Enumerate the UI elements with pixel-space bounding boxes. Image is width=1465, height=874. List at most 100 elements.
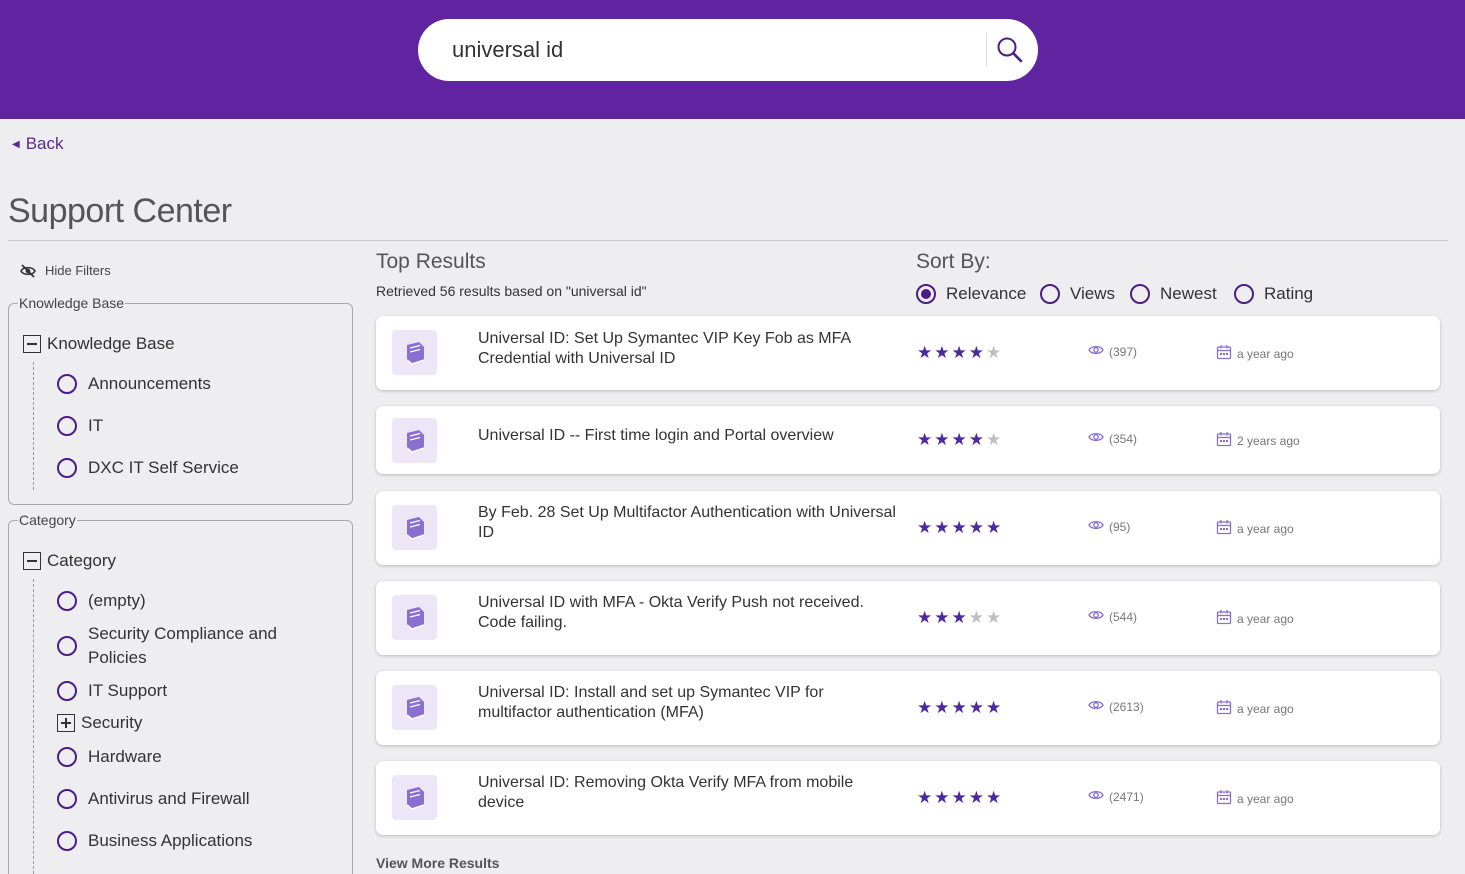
- filter-option-label: IT Support: [88, 681, 168, 700]
- result-card[interactable]: Universal ID with MFA - Okta Verify Push…: [376, 581, 1440, 655]
- book-icon: [392, 418, 437, 463]
- filter-option-security-compliance[interactable]: Security Compliance and Policies: [57, 622, 293, 670]
- calendar-icon: [1216, 431, 1232, 450]
- hide-filters-toggle[interactable]: Hide Filters: [20, 263, 111, 278]
- star-icon: ★: [968, 430, 984, 449]
- date-value: a year ago: [1237, 346, 1294, 361]
- result-date: a year ago: [1216, 609, 1294, 628]
- rating-stars: ★ ★ ★ ★ ★: [917, 788, 1001, 807]
- star-icon: ★: [917, 430, 933, 449]
- star-icon: ★: [917, 788, 933, 807]
- star-icon: ★: [951, 608, 967, 627]
- views-value: (2613): [1109, 699, 1144, 714]
- star-icon: ★: [951, 518, 967, 537]
- collapse-minus-icon: [23, 335, 41, 353]
- radio-icon: [57, 458, 77, 478]
- date-value: 2 years ago: [1237, 433, 1300, 448]
- filter-option-empty[interactable]: (empty): [57, 589, 146, 613]
- search-icon[interactable]: [996, 36, 1024, 64]
- filter-option-dxc-it-self-service[interactable]: DXC IT Self Service: [57, 456, 239, 480]
- eye-slash-icon: [20, 263, 36, 278]
- star-icon: ★: [951, 343, 967, 362]
- search-input[interactable]: [452, 33, 972, 67]
- hide-filters-label: Hide Filters: [45, 263, 111, 278]
- back-link[interactable]: ◀ Back: [12, 134, 64, 154]
- result-date: a year ago: [1216, 519, 1294, 538]
- views-count: (2613): [1088, 699, 1144, 714]
- eye-icon: [1088, 344, 1104, 359]
- sort-option-label: Newest: [1160, 284, 1217, 303]
- sort-option-label: Relevance: [946, 284, 1027, 303]
- views-value: (354): [1109, 431, 1138, 446]
- view-more-results-link[interactable]: View More Results: [376, 855, 499, 871]
- views-count: (397): [1088, 344, 1137, 359]
- filter-option-it[interactable]: IT: [57, 414, 103, 438]
- star-icon: ★: [986, 430, 1002, 449]
- views-count: (95): [1088, 519, 1130, 534]
- filter-option-hardware[interactable]: Hardware: [57, 745, 162, 769]
- tree-guide-line: [33, 362, 34, 490]
- eye-icon: [1088, 789, 1104, 804]
- star-icon: ★: [986, 608, 1002, 627]
- header-bar: [0, 0, 1465, 119]
- views-value: (544): [1109, 609, 1138, 624]
- radio-icon: [57, 747, 77, 767]
- filter-option-it-support[interactable]: IT Support: [57, 679, 167, 703]
- star-icon: ★: [917, 518, 933, 537]
- star-icon: ★: [986, 698, 1002, 717]
- book-icon: [392, 595, 437, 640]
- eye-icon: [1088, 431, 1104, 446]
- rating-stars: ★ ★ ★ ★ ★: [917, 518, 1001, 537]
- title-divider: [8, 240, 1448, 241]
- views-count: (2471): [1088, 789, 1144, 804]
- category-collapse[interactable]: Category: [23, 551, 116, 571]
- knowledge-base-collapse[interactable]: Knowledge Base: [23, 334, 175, 354]
- back-triangle-icon: ◀: [12, 138, 20, 150]
- book-icon: [392, 775, 437, 820]
- sort-option-newest[interactable]: Newest: [1130, 284, 1217, 304]
- star-icon: ★: [934, 343, 950, 362]
- calendar-icon: [1216, 344, 1232, 363]
- star-icon: ★: [951, 698, 967, 717]
- result-title: Universal ID: Set Up Symantec VIP Key Fo…: [478, 330, 851, 367]
- rating-stars: ★ ★ ★ ★ ★: [917, 343, 1001, 362]
- result-card[interactable]: By Feb. 28 Set Up Multifactor Authentica…: [376, 491, 1440, 565]
- sort-option-relevance[interactable]: Relevance: [916, 284, 1026, 304]
- star-icon: ★: [917, 698, 933, 717]
- star-icon: ★: [968, 608, 984, 627]
- radio-icon: [57, 681, 77, 701]
- back-label: Back: [25, 134, 64, 153]
- search-divider: [986, 33, 987, 67]
- calendar-icon: [1216, 789, 1232, 808]
- rating-stars: ★ ★ ★ ★ ★: [917, 698, 1002, 717]
- result-date: a year ago: [1216, 344, 1294, 363]
- filter-option-security[interactable]: Security: [57, 713, 142, 733]
- search-box: [418, 19, 1038, 81]
- page-title: Support Center: [8, 192, 232, 230]
- sort-option-views[interactable]: Views: [1040, 284, 1115, 304]
- star-icon: ★: [917, 343, 933, 362]
- result-card[interactable]: Universal ID: Set Up Symantec VIP Key Fo…: [376, 316, 1440, 390]
- result-title: Universal ID: Install and set up Symante…: [478, 684, 824, 721]
- collapse-minus-icon: [23, 552, 41, 570]
- result-card[interactable]: Universal ID -- First time login and Por…: [376, 406, 1440, 474]
- date-value: a year ago: [1237, 611, 1294, 626]
- filter-option-label: Antivirus and Firewall: [88, 789, 250, 808]
- book-icon: [392, 505, 437, 550]
- radio-icon: [1040, 284, 1060, 304]
- star-icon: ★: [951, 430, 967, 449]
- star-icon: ★: [951, 788, 967, 807]
- filter-option-business-applications[interactable]: Business Applications: [57, 829, 252, 853]
- results-heading: Top Results: [376, 250, 486, 273]
- result-card[interactable]: Universal ID: Install and set up Symante…: [376, 671, 1440, 745]
- filter-option-announcements[interactable]: Announcements: [57, 372, 211, 396]
- result-card[interactable]: Universal ID: Removing Okta Verify MFA f…: [376, 761, 1440, 835]
- result-title: By Feb. 28 Set Up Multifactor Authentica…: [478, 504, 896, 541]
- rating-stars: ★ ★ ★ ★ ★: [917, 430, 1002, 449]
- filter-option-antivirus-firewall[interactable]: Antivirus and Firewall: [57, 787, 250, 811]
- eye-icon: [1088, 609, 1104, 624]
- category-legend: Category: [19, 512, 76, 528]
- star-icon: ★: [934, 518, 950, 537]
- sort-option-rating[interactable]: Rating: [1234, 284, 1313, 304]
- radio-icon: [1130, 284, 1150, 304]
